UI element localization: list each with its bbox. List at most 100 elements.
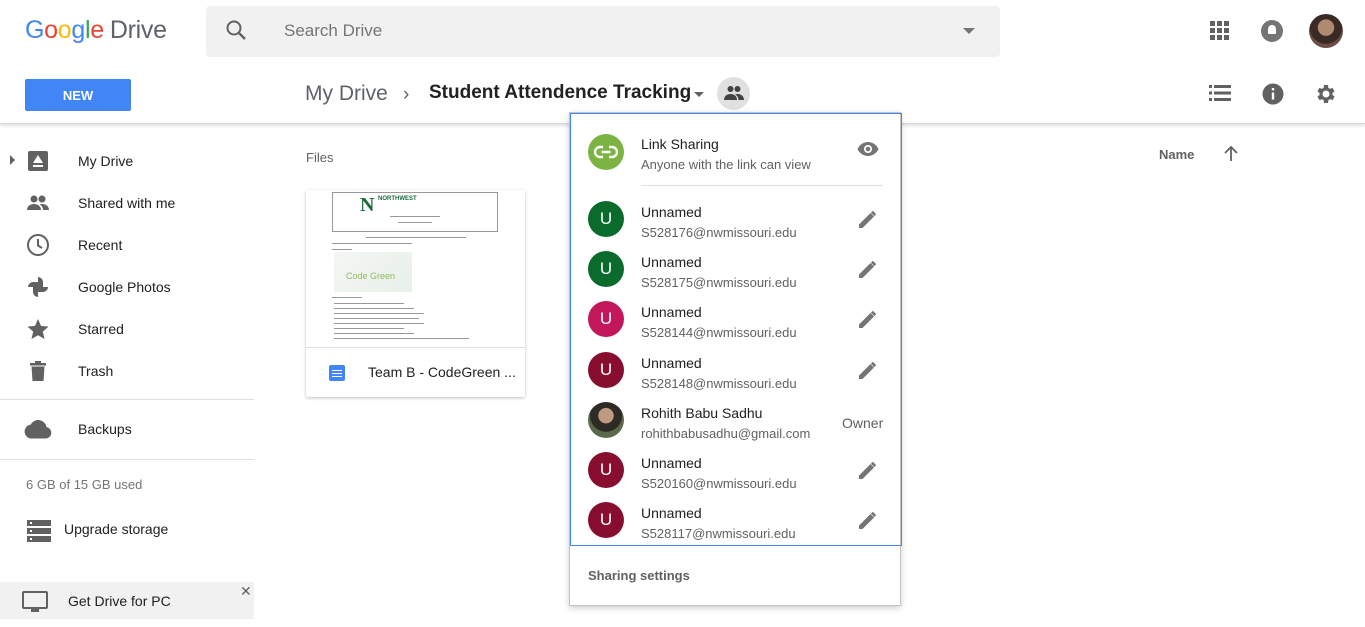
person-email: rohithbabusadhu@gmail.com [641, 426, 811, 441]
sidebar-item-label: Shared with me [78, 195, 176, 211]
upgrade-storage-button[interactable]: Upgrade storage [24, 517, 254, 547]
thumb-text-line [366, 237, 466, 238]
person-name: Unnamed [641, 355, 702, 371]
shared-person-row[interactable]: U Unnamed S528148@nwmissouri.edu [571, 347, 901, 397]
thumb-text-line [334, 328, 404, 329]
settings-gear-icon[interactable] [1313, 82, 1337, 106]
shared-person-row[interactable]: U Unnamed S528144@nwmissouri.edu [571, 296, 901, 346]
search-icon[interactable] [224, 18, 248, 42]
person-avatar: U [588, 251, 624, 287]
notifications-bell-icon[interactable] [1261, 20, 1283, 42]
sidebar-item-label: Backups [78, 421, 132, 437]
eye-view-icon[interactable] [857, 141, 879, 157]
link-sharing-row[interactable]: Link Sharing Anyone with the link can vi… [571, 124, 901, 180]
info-icon[interactable] [1262, 83, 1284, 105]
pencil-edit-icon[interactable] [857, 359, 879, 381]
person-email: S528144@nwmissouri.edu [641, 325, 797, 340]
person-name: Unnamed [641, 455, 702, 471]
shared-person-row[interactable]: U Unnamed S528175@nwmissouri.edu [571, 246, 901, 296]
thumb-text-line [334, 338, 469, 339]
close-icon[interactable]: ✕ [240, 583, 252, 600]
file-card[interactable]: N NORTHWEST Code Green Team B - CodeGree… [306, 190, 525, 397]
sidebar-item-label: My Drive [78, 153, 134, 169]
pencil-edit-icon[interactable] [857, 258, 879, 280]
thumb-brand-text: NORTHWEST [378, 196, 417, 202]
sidebar-item-trash[interactable]: Trash [0, 351, 254, 391]
person-name: Unnamed [641, 204, 702, 220]
thumb-text-line [334, 313, 424, 314]
logo-drive-text: Drive [109, 16, 167, 44]
link-sharing-subtitle: Anyone with the link can view [641, 157, 811, 172]
expand-arrow-icon[interactable] [10, 155, 15, 165]
person-photo-avatar [588, 402, 624, 438]
file-card-footer: Team B - CodeGreen ... [306, 347, 525, 397]
storage-usage-text: 6 GB of 15 GB used [26, 477, 143, 492]
pencil-edit-icon[interactable] [857, 208, 879, 230]
shared-person-row[interactable]: U Unnamed S520160@nwmissouri.edu [571, 447, 901, 497]
link-avatar [588, 134, 624, 170]
people-icon [27, 195, 49, 210]
thumb-text-line [334, 308, 414, 309]
sidebar-item-label: Recent [78, 237, 123, 253]
sharing-popup: Link Sharing Anyone with the link can vi… [569, 112, 902, 606]
link-sharing-title: Link Sharing [641, 136, 719, 152]
account-avatar[interactable] [1309, 14, 1343, 48]
new-button[interactable]: NEW [25, 79, 131, 111]
person-avatar: U [588, 201, 624, 237]
sidebar-item-shared-with-me[interactable]: Shared with me [0, 183, 254, 223]
pencil-edit-icon[interactable] [857, 308, 879, 330]
shared-person-row-owner[interactable]: Rohith Babu Sadhu rohithbabusadhu@gmail.… [571, 397, 901, 447]
pencil-edit-icon[interactable] [857, 459, 879, 481]
folder-menu-dropdown-icon[interactable] [694, 92, 704, 97]
person-avatar: U [588, 352, 624, 388]
shared-person-row[interactable]: U Unnamed S528117@nwmissouri.edu [571, 497, 901, 545]
shared-person-row[interactable]: U Unnamed S528176@nwmissouri.edu [571, 196, 901, 246]
popup-divider [641, 185, 883, 186]
trash-icon [30, 361, 46, 381]
storage-stack-icon [27, 520, 51, 542]
sidebar-item-label: Starred [78, 321, 124, 337]
person-name: Unnamed [641, 505, 702, 521]
list-view-icon[interactable] [1209, 84, 1231, 102]
thumb-text-line [334, 303, 404, 304]
sidebar: My Drive Shared with me Recent Google Ph… [0, 124, 254, 627]
search-input[interactable]: Search Drive [284, 21, 382, 41]
sidebar-item-label: Trash [78, 363, 114, 379]
pinwheel-icon [28, 277, 48, 297]
sidebar-item-google-photos[interactable]: Google Photos [0, 267, 254, 307]
thumb-text-line [390, 216, 440, 217]
breadcrumb-my-drive[interactable]: My Drive [305, 82, 388, 106]
link-icon [594, 145, 618, 159]
shared-folder-people-icon[interactable] [717, 77, 750, 110]
person-email: S528175@nwmissouri.edu [641, 275, 797, 290]
sidebar-item-backups[interactable]: Backups [0, 409, 254, 449]
star-icon [27, 319, 49, 339]
person-email: S528176@nwmissouri.edu [641, 225, 797, 240]
person-name: Rohith Babu Sadhu [641, 405, 763, 421]
pencil-edit-icon[interactable] [857, 509, 879, 531]
breadcrumb-current-folder[interactable]: Student Attendence Tracking [429, 82, 691, 104]
search-bar[interactable]: Search Drive [206, 6, 1000, 57]
sort-by-name-header[interactable]: Name [1159, 147, 1194, 162]
sort-ascending-arrow-icon[interactable] [1222, 145, 1240, 163]
google-drive-logo[interactable]: Google Drive [25, 16, 167, 45]
sidebar-item-recent[interactable]: Recent [0, 225, 254, 265]
thumb-text-line [332, 297, 362, 298]
sharing-list[interactable]: Link Sharing Anyone with the link can vi… [570, 113, 902, 546]
desktop-monitor-icon [22, 591, 48, 612]
apps-grid-icon[interactable] [1210, 21, 1230, 41]
person-name: Unnamed [641, 304, 702, 320]
clock-icon [27, 234, 49, 256]
person-avatar: U [588, 502, 624, 538]
search-options-icon[interactable] [963, 28, 975, 34]
breadcrumb-separator-icon: › [403, 84, 410, 105]
sidebar-item-starred[interactable]: Starred [0, 309, 254, 349]
thumb-text-line [334, 318, 419, 319]
get-drive-banner[interactable]: Get Drive for PC ✕ [0, 582, 254, 619]
thumb-logo-text: Code Green [346, 271, 396, 281]
sidebar-item-my-drive[interactable]: My Drive [0, 141, 254, 181]
google-docs-icon [329, 365, 345, 381]
drive-icon [28, 151, 48, 171]
logo-google-text: Google [25, 16, 104, 44]
sharing-settings-link[interactable]: Sharing settings [588, 568, 690, 583]
